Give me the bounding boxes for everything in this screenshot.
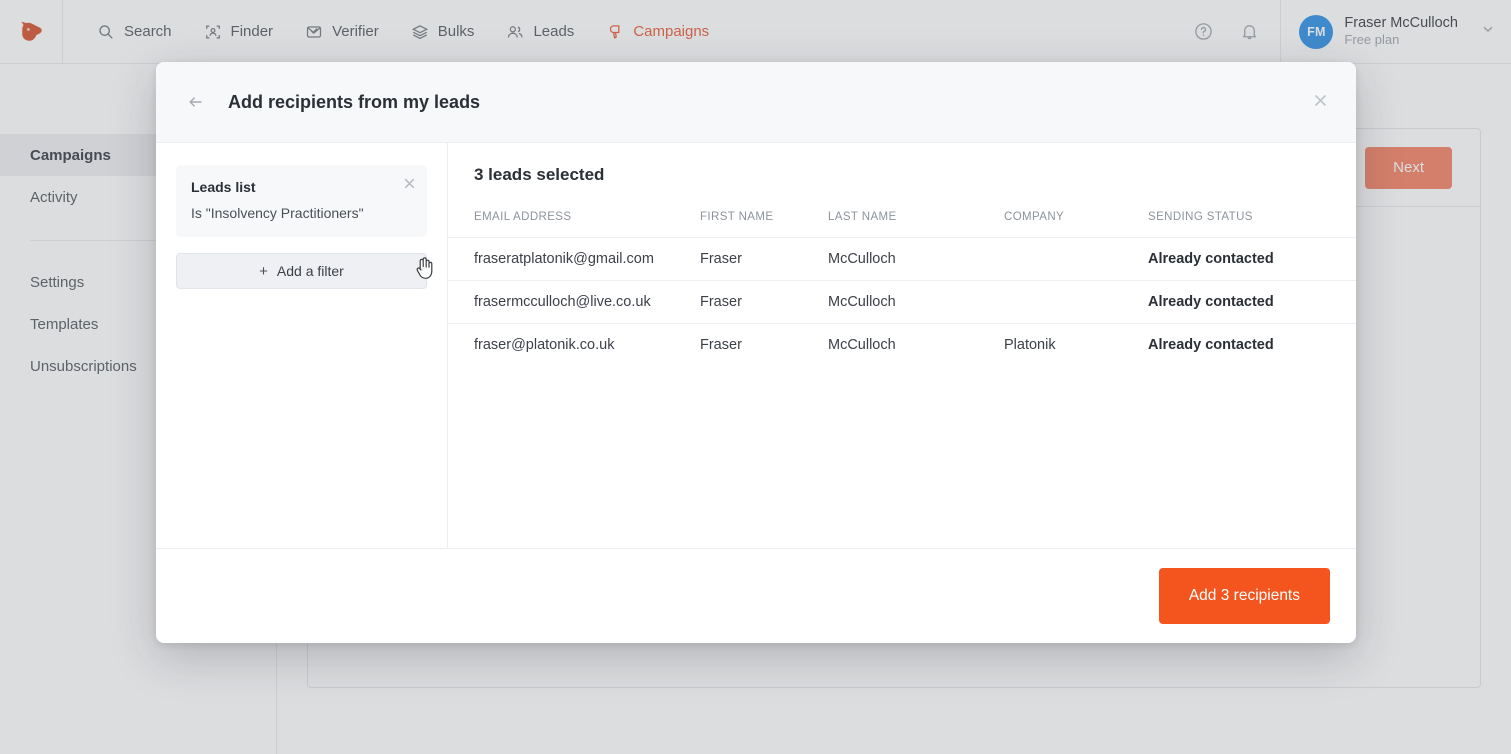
nav-label-campaigns: Campaigns (633, 23, 709, 40)
plus-icon: + (259, 263, 268, 280)
cell-sending-status: Already contacted (1148, 324, 1356, 367)
cell-last-name: McCulloch (828, 281, 1004, 324)
cell-sending-status: Already contacted (1148, 238, 1356, 281)
help-button[interactable] (1180, 0, 1226, 64)
leads-table: EMAIL ADDRESS FIRST NAME LAST NAME COMPA… (448, 211, 1356, 366)
cell-email: fraseratplatonik@gmail.com (448, 238, 700, 281)
nav-item-verifier[interactable]: Verifier (289, 0, 395, 64)
remove-filter-button[interactable] (404, 177, 415, 192)
topbar-right-cluster: FM Fraser McCulloch Free plan (1180, 0, 1511, 64)
modal-header: Add recipients from my leads (156, 62, 1356, 143)
sidebar-label-campaigns: Campaigns (30, 147, 111, 164)
finder-icon (204, 23, 222, 41)
cell-company (1004, 281, 1148, 324)
add-recipients-button[interactable]: Add 3 recipients (1159, 568, 1330, 624)
sidebar-label-unsubscriptions: Unsubscriptions (30, 358, 137, 375)
sidebar-label-settings: Settings (30, 274, 84, 291)
avatar-initials: FM (1307, 25, 1326, 39)
table-header-row: EMAIL ADDRESS FIRST NAME LAST NAME COMPA… (448, 211, 1356, 238)
close-icon (404, 178, 415, 189)
column-header-company: COMPANY (1004, 211, 1148, 238)
nav-label-verifier: Verifier (332, 23, 379, 40)
leads-icon (506, 23, 524, 41)
sidebar-label-activity: Activity (30, 189, 78, 206)
cell-sending-status: Already contacted (1148, 281, 1356, 324)
nav-item-campaigns[interactable]: Campaigns (590, 0, 725, 64)
table-row[interactable]: fraser@platonik.co.uk Fraser McCulloch P… (448, 324, 1356, 367)
user-name: Fraser McCulloch (1344, 14, 1458, 32)
column-header-email: EMAIL ADDRESS (448, 211, 700, 238)
user-plan: Free plan (1344, 32, 1458, 48)
close-button[interactable] (1308, 88, 1332, 112)
next-button[interactable]: Next (1365, 147, 1452, 189)
verifier-icon (305, 23, 323, 41)
filters-pane: Leads list Is "Insolvency Practitioners"… (156, 143, 448, 548)
avatar: FM (1299, 15, 1333, 49)
nav-item-leads[interactable]: Leads (490, 0, 590, 64)
nav-label-bulks: Bulks (438, 23, 475, 40)
nav-label-leads: Leads (533, 23, 574, 40)
cell-company: Platonik (1004, 324, 1148, 367)
nav-label-finder: Finder (231, 23, 274, 40)
bell-icon (1239, 21, 1260, 42)
arrow-left-icon (186, 92, 206, 112)
close-icon (1314, 94, 1327, 107)
leads-table-head: EMAIL ADDRESS FIRST NAME LAST NAME COMPA… (448, 211, 1356, 238)
help-circle-icon (1193, 21, 1214, 42)
nav-label-search: Search (124, 23, 172, 40)
nav-item-bulks[interactable]: Bulks (395, 0, 491, 64)
cell-last-name: McCulloch (828, 324, 1004, 367)
chevron-down-icon (1481, 22, 1495, 41)
table-row[interactable]: fraseratplatonik@gmail.com Fraser McCull… (448, 238, 1356, 281)
cell-email: fraser@platonik.co.uk (448, 324, 700, 367)
leads-selected-count: 3 leads selected (448, 165, 1356, 185)
fox-logo-icon (17, 18, 45, 46)
user-text: Fraser McCulloch Free plan (1344, 14, 1458, 48)
back-button[interactable] (182, 88, 210, 116)
cell-email: frasermcculloch@live.co.uk (448, 281, 700, 324)
cell-first-name: Fraser (700, 324, 828, 367)
column-header-last-name: LAST NAME (828, 211, 1004, 238)
add-filter-button[interactable]: + Add a filter (176, 253, 427, 289)
add-recipients-modal: Add recipients from my leads Leads list … (156, 62, 1356, 643)
modal-body: Leads list Is "Insolvency Practitioners"… (156, 143, 1356, 548)
notifications-button[interactable] (1226, 0, 1272, 64)
cell-company (1004, 238, 1148, 281)
leads-table-body: fraseratplatonik@gmail.com Fraser McCull… (448, 238, 1356, 367)
user-menu[interactable]: FM Fraser McCulloch Free plan (1280, 0, 1511, 64)
table-row[interactable]: frasermcculloch@live.co.uk Fraser McCull… (448, 281, 1356, 324)
main-nav: Search Finder Verifier (81, 0, 725, 64)
cell-last-name: McCulloch (828, 238, 1004, 281)
column-header-first-name: FIRST NAME (700, 211, 828, 238)
bulks-icon (411, 23, 429, 41)
app-logo[interactable] (0, 0, 63, 64)
search-icon (97, 23, 115, 41)
modal-footer: Add 3 recipients (156, 548, 1356, 643)
leads-pane: 3 leads selected EMAIL ADDRESS FIRST NAM… (448, 143, 1356, 548)
top-navigation-bar: Search Finder Verifier (0, 0, 1511, 64)
cell-first-name: Fraser (700, 238, 828, 281)
modal-title: Add recipients from my leads (228, 92, 480, 113)
sidebar-label-templates: Templates (30, 316, 98, 333)
add-filter-label: Add a filter (277, 263, 344, 279)
column-header-sending-status: SENDING STATUS (1148, 211, 1356, 238)
nav-item-finder[interactable]: Finder (188, 0, 290, 64)
filter-value: Is "Insolvency Practitioners" (191, 205, 412, 221)
cell-first-name: Fraser (700, 281, 828, 324)
nav-item-search[interactable]: Search (81, 0, 188, 64)
campaigns-icon (606, 23, 624, 41)
filter-title: Leads list (191, 179, 412, 195)
filter-card-leads-list: Leads list Is "Insolvency Practitioners" (176, 165, 427, 237)
